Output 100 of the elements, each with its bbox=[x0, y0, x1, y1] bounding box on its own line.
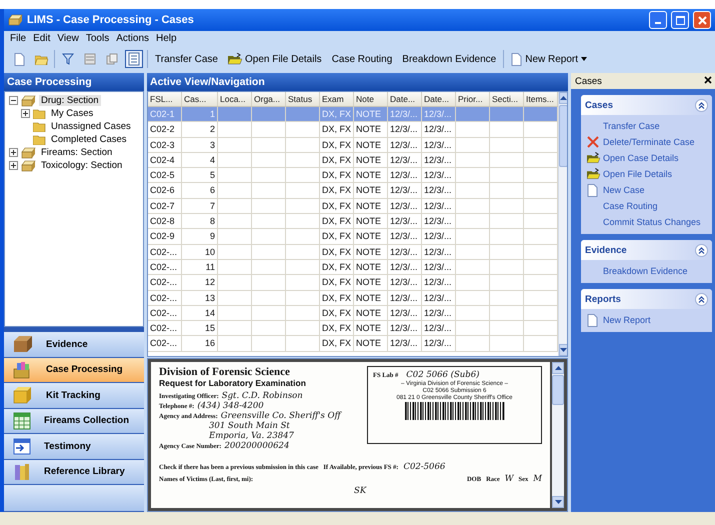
handwritten-value: (434) 348-4200 bbox=[197, 401, 264, 411]
splitter-grip[interactable] bbox=[4, 327, 144, 332]
tree-item[interactable]: Drug: Section bbox=[39, 95, 101, 106]
table-row[interactable]: C02-2 2 DX, FX NOTE 12/3/... 12/3/... bbox=[148, 122, 558, 138]
table-row[interactable]: C02-9 9 DX, FX NOTE 12/3/... 12/3/... bbox=[148, 229, 558, 245]
scrollbar[interactable] bbox=[552, 362, 564, 508]
open-folder-icon bbox=[228, 53, 242, 65]
column-header[interactable]: FSL... bbox=[148, 92, 182, 106]
menu-item[interactable]: Actions bbox=[116, 33, 150, 45]
table-row[interactable]: C02-... 14 DX, FX NOTE 12/3/... 12/3/... bbox=[148, 306, 558, 322]
column-header[interactable]: Cas... bbox=[182, 92, 218, 106]
calendar-arrows-icon bbox=[12, 437, 32, 456]
task-link[interactable]: Breakdown Evidence bbox=[603, 266, 688, 276]
task-link[interactable]: New Case bbox=[603, 185, 645, 195]
list-icon bbox=[84, 53, 96, 65]
nav-button[interactable]: Reference Library bbox=[4, 460, 144, 485]
column-header[interactable]: Loca... bbox=[218, 92, 252, 106]
column-header[interactable]: Prior... bbox=[456, 92, 490, 106]
collapse-toggle[interactable] bbox=[9, 96, 18, 105]
tree-item[interactable]: Fireams: Section bbox=[39, 147, 114, 158]
column-header[interactable]: Secti... bbox=[490, 92, 524, 106]
tree-item[interactable]: Unassigned Cases bbox=[49, 121, 133, 132]
nav-button[interactable]: Testimony bbox=[4, 434, 144, 460]
document-icon bbox=[511, 52, 522, 66]
table-row[interactable]: C02-5 5 DX, FX NOTE 12/3/... 12/3/... bbox=[148, 168, 558, 184]
handwritten-initials: SK bbox=[354, 486, 366, 496]
maximize-button[interactable] bbox=[671, 11, 689, 29]
tree-item[interactable]: My Cases bbox=[49, 108, 96, 119]
double-chevron-up-icon bbox=[698, 246, 705, 254]
column-header[interactable]: Status bbox=[286, 92, 320, 106]
handwritten-value: 301 South Main St bbox=[209, 421, 290, 431]
expand-toggle[interactable] bbox=[21, 109, 30, 118]
tree-item[interactable]: Completed Cases bbox=[49, 134, 129, 145]
open-folder-icon bbox=[34, 54, 48, 64]
task-link[interactable]: Delete/Terminate Case bbox=[603, 137, 695, 147]
table-row[interactable]: C02-7 7 DX, FX NOTE 12/3/... 12/3/... bbox=[148, 198, 558, 214]
toolbar-button[interactable]: Transfer Case bbox=[152, 54, 221, 64]
toolbar-button[interactable]: Breakdown Evidence bbox=[399, 54, 500, 64]
table-row[interactable]: C02-... 13 DX, FX NOTE 12/3/... 12/3/... bbox=[148, 290, 558, 306]
scrollbar[interactable] bbox=[558, 92, 567, 356]
collapse-button[interactable] bbox=[695, 292, 708, 306]
toolbar-button[interactable]: New Report bbox=[508, 52, 590, 66]
menu-item[interactable]: Edit bbox=[33, 33, 50, 45]
expand-toggle[interactable] bbox=[9, 161, 18, 170]
folder-icon bbox=[33, 134, 46, 145]
close-icon bbox=[704, 76, 712, 84]
table-row[interactable]: C02-3 3 DX, FX NOTE 12/3/... 12/3/... bbox=[148, 138, 558, 153]
collapse-button[interactable] bbox=[695, 98, 708, 112]
nav-button[interactable]: Case Processing bbox=[4, 358, 144, 383]
nav-button[interactable]: Kit Tracking bbox=[4, 383, 144, 408]
table-row[interactable]: C02-... 11 DX, FX NOTE 12/3/... 12/3/... bbox=[148, 260, 558, 276]
books-icon bbox=[12, 462, 32, 481]
tree-item[interactable]: Toxicology: Section bbox=[39, 160, 124, 171]
cardboard-box-icon bbox=[12, 335, 34, 354]
column-header[interactable]: Orga... bbox=[252, 92, 286, 106]
menu-item[interactable]: File bbox=[10, 33, 26, 45]
scroll-thumb[interactable] bbox=[552, 375, 564, 405]
pane-title: Case Processing bbox=[4, 73, 144, 91]
menu-item[interactable]: Help bbox=[156, 33, 177, 45]
nav-button[interactable]: Fireams Collection bbox=[4, 408, 144, 434]
column-header[interactable]: Date... bbox=[422, 92, 456, 106]
handwritten-value: M bbox=[533, 474, 542, 484]
task-link[interactable]: Open Case Details bbox=[603, 153, 679, 163]
collapse-button[interactable] bbox=[695, 244, 708, 256]
caret-icon bbox=[581, 57, 588, 61]
toolbar-button[interactable]: Open File Details bbox=[224, 53, 325, 65]
open-folder-icon bbox=[587, 168, 600, 180]
document-icon bbox=[14, 52, 24, 66]
down-arrow-icon bbox=[554, 500, 562, 504]
close-button[interactable] bbox=[704, 76, 712, 86]
menu-item[interactable]: Tools bbox=[86, 33, 110, 45]
column-header[interactable]: Exam bbox=[320, 92, 354, 106]
pane-title: Active View/Navigation bbox=[147, 73, 568, 91]
task-link[interactable]: Transfer Case bbox=[603, 121, 660, 131]
folder-icon bbox=[33, 121, 46, 132]
plus-icon bbox=[11, 150, 16, 155]
handwritten-value: 200200000624 bbox=[224, 441, 290, 451]
column-header[interactable]: Date... bbox=[388, 92, 422, 106]
document-icon bbox=[587, 184, 598, 196]
task-link[interactable]: Commit Status Changes bbox=[603, 217, 701, 227]
minimize-button[interactable] bbox=[649, 11, 667, 29]
delete-x-icon bbox=[587, 136, 599, 148]
task-link[interactable]: New Report bbox=[603, 315, 651, 325]
table-row[interactable]: C02-4 4 DX, FX NOTE 12/3/... 12/3/... bbox=[148, 152, 558, 168]
table-row[interactable]: C02-... 10 DX, FX NOTE 12/3/... 12/3/... bbox=[148, 244, 558, 260]
toolbar-button[interactable]: Case Routing bbox=[328, 54, 396, 64]
task-link[interactable]: Case Routing bbox=[603, 201, 658, 211]
table-row[interactable]: C02-... 16 DX, FX NOTE 12/3/... 12/3/... bbox=[148, 336, 558, 352]
table-row[interactable]: C02-8 8 DX, FX NOTE 12/3/... 12/3/... bbox=[148, 214, 558, 230]
expand-toggle[interactable] bbox=[9, 148, 18, 157]
table-row[interactable]: C02-6 6 DX, FX NOTE 12/3/... 12/3/... bbox=[148, 183, 558, 199]
table-row[interactable]: C02-... 12 DX, FX NOTE 12/3/... 12/3/... bbox=[148, 275, 558, 291]
task-link[interactable]: Open File Details bbox=[603, 169, 672, 179]
maximize-icon bbox=[676, 16, 684, 24]
table-row[interactable]: C02-... 15 DX, FX NOTE 12/3/... 12/3/... bbox=[148, 321, 558, 336]
scroll-thumb[interactable] bbox=[559, 105, 567, 167]
view-toggle-button[interactable] bbox=[125, 50, 143, 68]
menu-item[interactable]: View bbox=[57, 33, 79, 45]
column-header[interactable]: Note bbox=[354, 92, 388, 106]
nav-button[interactable]: Evidence bbox=[4, 332, 144, 358]
